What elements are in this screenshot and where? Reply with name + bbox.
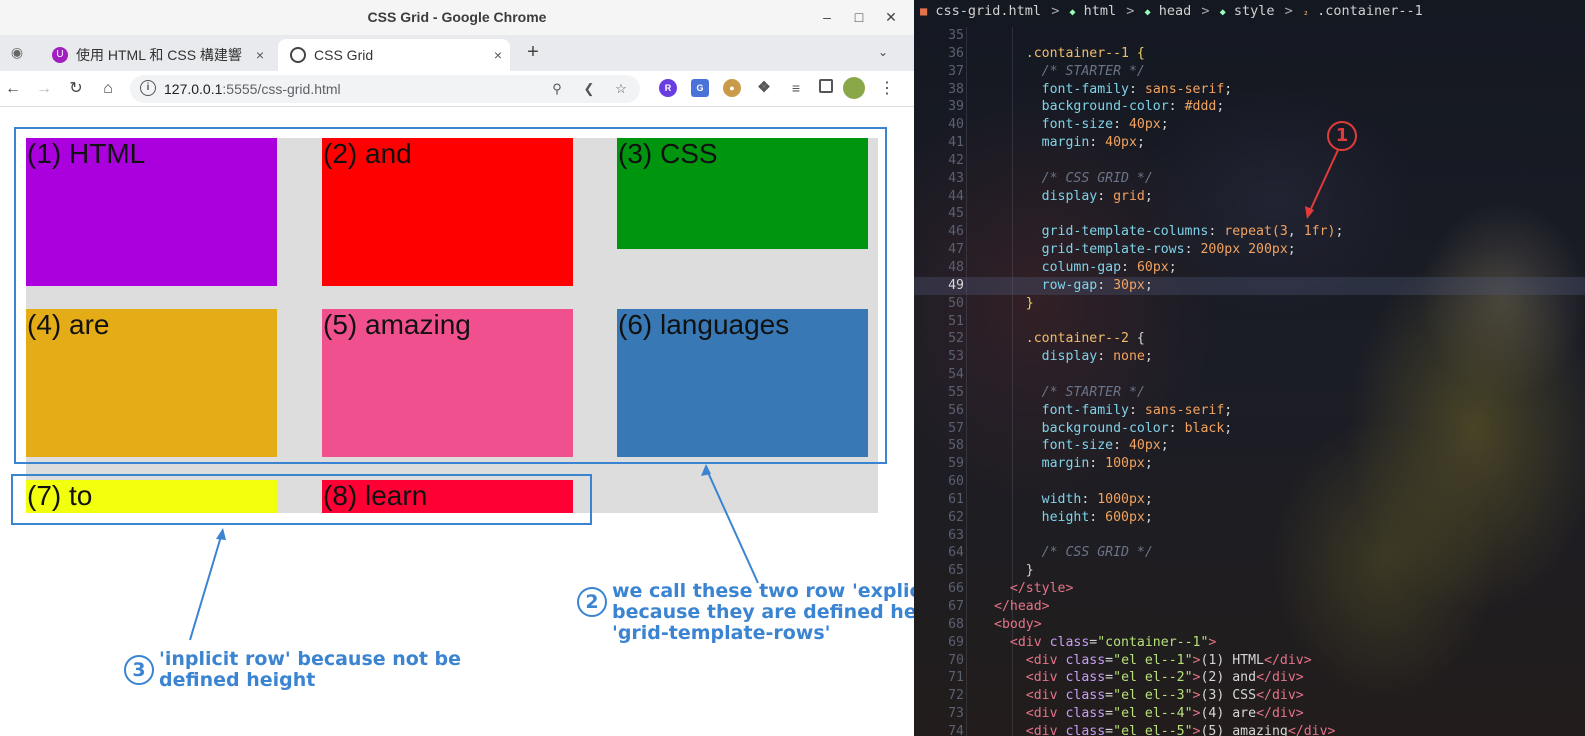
- extension-icon[interactable]: R: [659, 79, 677, 97]
- cookie-icon[interactable]: ●: [723, 79, 741, 97]
- minimize-button[interactable]: –: [816, 6, 838, 28]
- browser-toolbar: ← → ↻ ⌂ i 127.0.0.1:5555/css-grid.html ⚲…: [0, 71, 914, 107]
- globe-icon[interactable]: ◉: [6, 41, 28, 63]
- close-tab-icon[interactable]: ×: [494, 39, 502, 71]
- tab-css-grid-label: CSS Grid: [314, 47, 374, 63]
- translate-icon[interactable]: G: [691, 79, 709, 97]
- url-host: 127.0.0.1: [164, 81, 223, 97]
- arrow-explicit: [705, 467, 759, 584]
- site-info-icon[interactable]: i: [140, 80, 156, 96]
- annotation-number-1: 1: [1327, 121, 1357, 151]
- page-favicon-icon: [290, 47, 306, 63]
- code-editor: ■ css-grid.html > ◆ html > ◆ head > ◆ st…: [914, 0, 1585, 736]
- maximize-button[interactable]: □: [848, 6, 870, 28]
- arrow-implicit: [189, 532, 223, 641]
- share-icon[interactable]: ❮: [579, 79, 599, 99]
- chrome-window: CSS Grid - Google Chrome – □ ✕ ◉ U 使用 HT…: [0, 0, 914, 736]
- home-icon[interactable]: ⌂: [97, 78, 119, 100]
- screen: CSS Grid - Google Chrome – □ ✕ ◉ U 使用 HT…: [0, 0, 1585, 736]
- window-title: CSS Grid - Google Chrome: [367, 9, 547, 25]
- reload-icon[interactable]: ↻: [65, 78, 87, 100]
- title-bar: CSS Grid - Google Chrome – □ ✕: [0, 0, 914, 35]
- implicit-row-note: 'inplicit row' because not be defined he…: [159, 649, 461, 691]
- arrowhead-implicit: [216, 528, 226, 540]
- url-path: :5555/css-grid.html: [222, 81, 341, 97]
- puzzle-extensions-icon[interactable]: ❖: [755, 79, 773, 97]
- tab-tutorial[interactable]: U 使用 HTML 和 CSS 構建響 ×: [40, 39, 272, 71]
- url-text: 127.0.0.1:5555/css-grid.html: [164, 81, 341, 97]
- address-bar[interactable]: i 127.0.0.1:5555/css-grid.html ⚲ ❮ ☆: [130, 75, 640, 103]
- tab-strip: ◉ U 使用 HTML 和 CSS 構建響 × CSS Grid × + ⌄: [0, 35, 914, 71]
- editor-annotation-arrow: [1305, 149, 1339, 219]
- annotation-number-2: 2: [577, 587, 607, 617]
- profile-avatar[interactable]: [843, 77, 865, 99]
- bookmark-star-icon[interactable]: ☆: [611, 79, 631, 99]
- menu-kebab-icon[interactable]: ⋮: [876, 78, 898, 100]
- red-arrow: [1308, 149, 1339, 214]
- forward-arrow-icon[interactable]: →: [33, 78, 55, 100]
- tab-tutorial-label: 使用 HTML 和 CSS 構建響: [76, 47, 242, 63]
- close-window-button[interactable]: ✕: [880, 6, 902, 28]
- new-tab-button[interactable]: +: [522, 41, 544, 63]
- media-queue-icon[interactable]: ≡: [787, 79, 805, 97]
- note-line: we call these two row 'explicit rows': [612, 580, 914, 602]
- udemy-icon: U: [52, 47, 68, 63]
- red-arrowhead: [1305, 206, 1314, 219]
- tab-search-chevron-icon[interactable]: ⌄: [872, 41, 894, 63]
- note-line: 'grid-template-rows': [612, 622, 831, 644]
- back-arrow-icon[interactable]: ←: [2, 78, 24, 100]
- zoom-icon[interactable]: ⚲: [547, 79, 567, 99]
- arrowhead-explicit: [701, 464, 711, 476]
- page-content: (1) HTML (2) and (3) CSS (4) are (5) ama…: [0, 108, 914, 736]
- side-panel-icon[interactable]: [819, 79, 833, 93]
- tab-css-grid[interactable]: CSS Grid ×: [278, 39, 510, 71]
- note-line: 'inplicit row' because not be: [159, 648, 462, 670]
- close-tab-icon[interactable]: ×: [256, 39, 264, 71]
- note-line: defined height: [159, 669, 316, 691]
- annotation-number-3: 3: [124, 655, 154, 685]
- note-line: because they are defined height by: [612, 601, 914, 623]
- explicit-rows-note: we call these two row 'explicit rows' be…: [612, 581, 914, 644]
